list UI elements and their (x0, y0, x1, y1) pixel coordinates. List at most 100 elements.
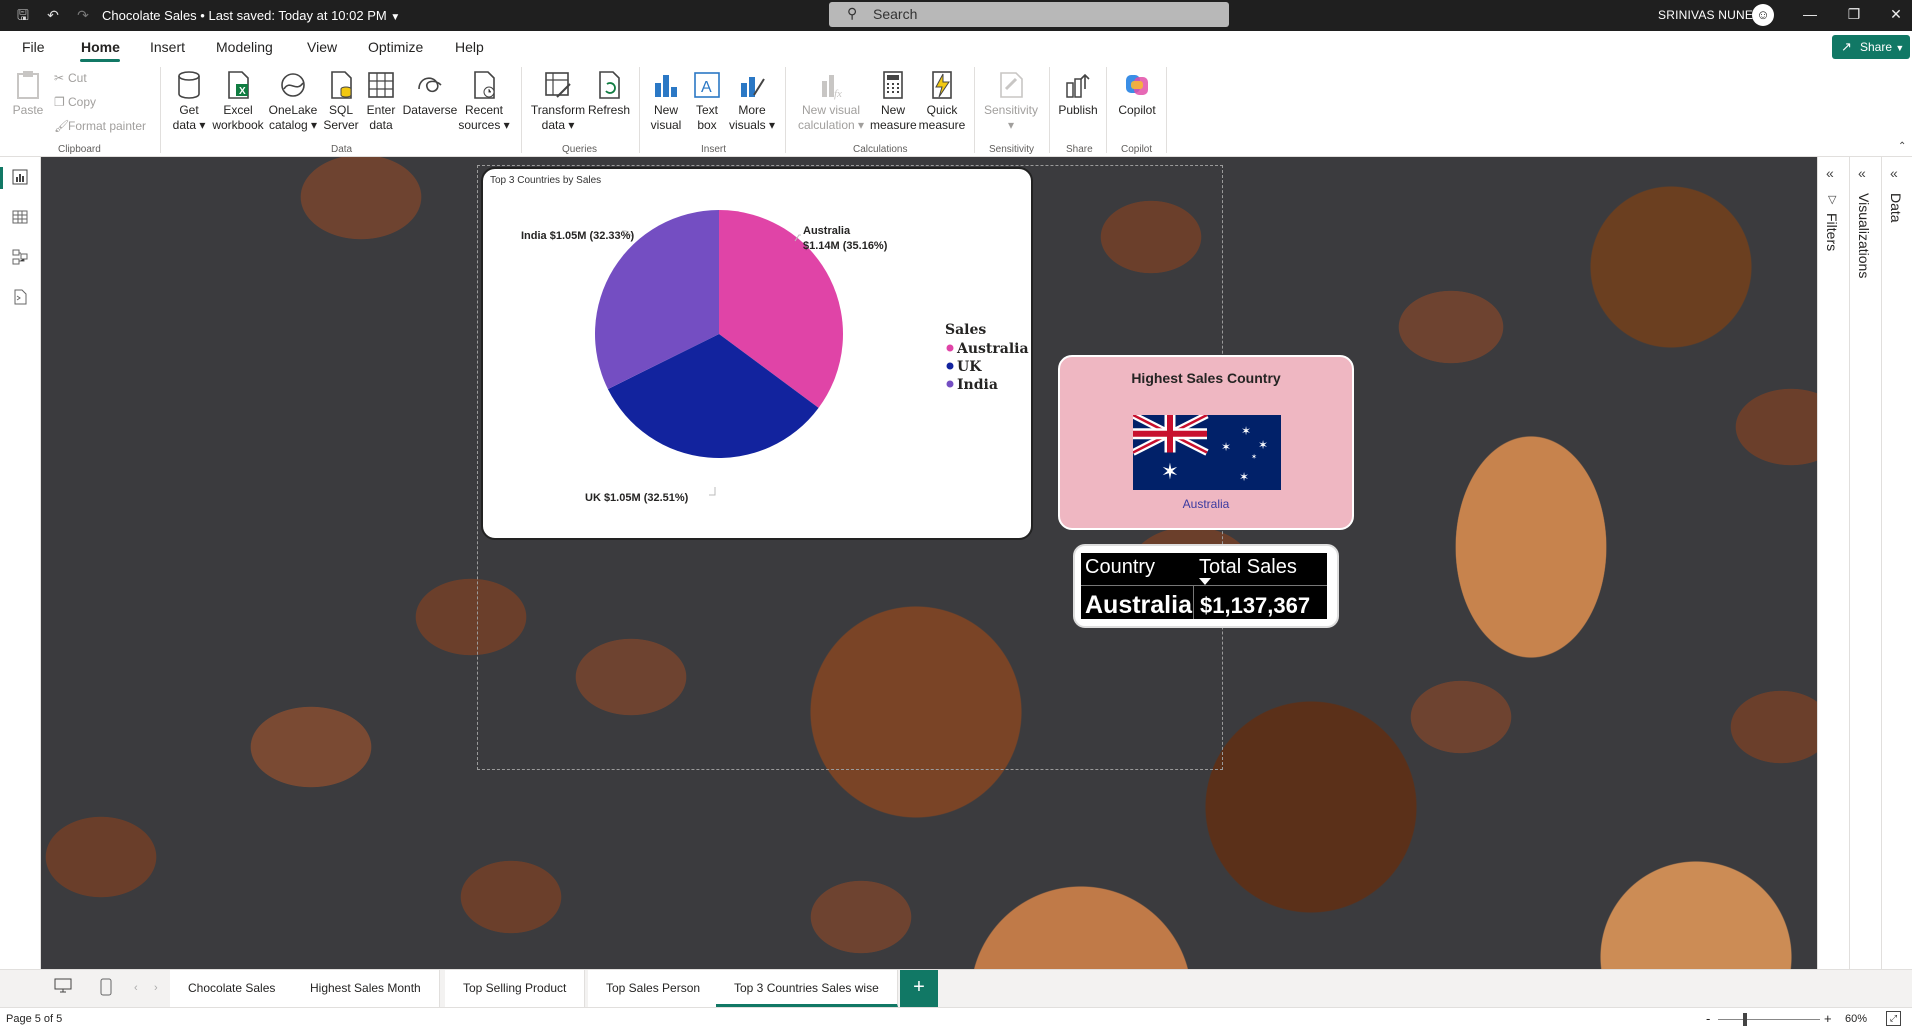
publish-button[interactable]: Publish (1056, 69, 1100, 118)
new-measure-label-1: New (880, 103, 905, 117)
sensitivity-label: Sensitivity (983, 103, 1039, 117)
visualizations-pane[interactable]: « Visualizations (1849, 157, 1880, 969)
mobile-layout-icon[interactable] (100, 978, 112, 1001)
text-box-button[interactable]: A Text box (688, 69, 726, 133)
copilot-button[interactable]: Copilot (1114, 69, 1160, 118)
page-tab-4[interactable]: Top Sales Person (588, 970, 720, 1007)
page-tab-1[interactable]: Chocolate Sales (170, 970, 295, 1007)
quick-measure-button[interactable]: Quick measure (918, 69, 966, 133)
text-box-icon: A (694, 72, 720, 98)
zoom-slider-thumb[interactable] (1743, 1013, 1747, 1026)
share-icon: ↗ (1841, 39, 1852, 54)
card-country-name: Australia (1182, 497, 1230, 511)
add-page-button[interactable]: + (900, 970, 938, 1007)
expand-data-icon[interactable]: « (1890, 165, 1898, 181)
publish-label: Publish (1058, 103, 1098, 117)
avatar[interactable]: ☺ (1752, 4, 1774, 26)
share-button[interactable]: ↗ Share ▼ (1832, 35, 1910, 59)
document-title[interactable]: Chocolate Sales • Last saved: Today at 1… (102, 8, 400, 23)
menu-tab-optimize[interactable]: Optimize (368, 39, 423, 55)
excel-workbook-button[interactable]: X Excel workbook (210, 69, 266, 133)
page-tab-3[interactable]: Top Selling Product (445, 970, 586, 1007)
restore-icon[interactable]: ❐ (1844, 6, 1864, 23)
table-icon (368, 72, 394, 98)
svg-text:✶: ✶ (1258, 438, 1268, 452)
copy-button[interactable]: ❐ Copy (54, 95, 96, 109)
cut-button[interactable]: ✂ Cut (54, 71, 87, 85)
highest-sales-country-card[interactable]: Highest Sales Country ✶ ✶ ✶ ✶ ✶ ✶ Austra… (1058, 355, 1354, 530)
paste-button[interactable]: Paste (12, 69, 44, 118)
search-input[interactable]: ⚲ Search (829, 2, 1229, 27)
dataverse-button[interactable]: Dataverse (402, 69, 458, 118)
group-label-clipboard: Clipboard (58, 144, 101, 155)
filters-pane[interactable]: « ▽ Filters (1817, 157, 1848, 969)
zoom-in-button[interactable]: + (1824, 1011, 1832, 1026)
sensitivity-button[interactable]: Sensitivity ▾ (980, 69, 1042, 133)
menu-tab-insert[interactable]: Insert (150, 39, 185, 55)
refresh-icon (599, 71, 620, 99)
chevron-down-icon: ▼ (1895, 43, 1905, 53)
group-separator (974, 67, 975, 153)
chevron-down-icon[interactable]: ▼ (390, 12, 400, 23)
legend-item-india[interactable]: India (957, 377, 998, 393)
recent-sources-button[interactable]: Recent sources ▾ (458, 69, 510, 133)
menu-tab-file[interactable]: File (22, 39, 45, 55)
desktop-layout-icon[interactable] (54, 978, 72, 999)
country-sales-table[interactable]: Country Total Sales Australia $1,137,367 (1073, 544, 1339, 628)
menu-tab-home[interactable]: Home (81, 39, 120, 55)
cell-country: Australia (1085, 591, 1192, 619)
zoom-out-button[interactable]: - (1706, 1011, 1710, 1026)
onelake-catalog-button[interactable]: OneLake catalog ▾ (266, 69, 320, 133)
sensitivity-sub: ▾ (1007, 118, 1015, 132)
pie-chart-visual[interactable]: Top 3 Countries by Sales Australia $1.14… (481, 167, 1033, 540)
enter-data-button[interactable]: Enter data (362, 69, 400, 133)
new-visual-calculation-button[interactable]: fx New visual calculation ▾ (792, 69, 870, 133)
fit-to-page-icon[interactable]: ⤢ (1886, 1011, 1901, 1026)
group-separator (1106, 67, 1107, 153)
page-tab-2[interactable]: Highest Sales Month (292, 970, 440, 1007)
legend-item-australia[interactable]: Australia (956, 341, 1029, 357)
new-measure-button[interactable]: New measure (870, 69, 917, 133)
title-bar: 🖫 ↶ ↷ Chocolate Sales • Last saved: Toda… (0, 0, 1912, 31)
legend-item-uk[interactable]: UK (957, 359, 982, 375)
more-visuals-button[interactable]: More visuals ▾ (726, 69, 778, 133)
sql-label-2: Server (323, 118, 359, 132)
column-header-total-sales[interactable]: Total Sales (1199, 556, 1297, 579)
search-placeholder: Search (873, 6, 918, 22)
dax-query-view-icon[interactable] (10, 289, 30, 309)
sensitivity-icon (1000, 72, 1023, 98)
group-label-sensitivity: Sensitivity (989, 144, 1035, 155)
sql-label-1: SQL (328, 103, 353, 117)
undo-icon[interactable]: ↶ (44, 6, 62, 24)
report-canvas[interactable]: Top 3 Countries by Sales Australia $1.14… (41, 157, 1817, 969)
zoom-slider[interactable] (1718, 1019, 1820, 1020)
header-divider (1081, 585, 1327, 586)
transform-data-button[interactable]: Transform data ▾ (530, 69, 586, 133)
data-pane[interactable]: « Data (1881, 157, 1912, 969)
excel-icon: X (228, 71, 249, 99)
refresh-button[interactable]: Refresh (586, 69, 632, 118)
new-visual-button[interactable]: New visual (646, 69, 686, 133)
model-view-icon[interactable] (10, 249, 30, 269)
expand-filters-icon[interactable]: « (1826, 165, 1834, 181)
get-data-button[interactable]: Get data ▾ (168, 69, 210, 133)
previous-page-icon[interactable]: ‹ (134, 982, 138, 994)
redo-icon[interactable]: ↷ (74, 6, 92, 24)
collapse-ribbon-icon[interactable]: ⌃ (1898, 141, 1906, 152)
next-page-icon[interactable]: › (154, 982, 158, 994)
column-header-country[interactable]: Country (1085, 556, 1155, 579)
sql-server-button[interactable]: SQL Server (322, 69, 360, 133)
minimize-icon[interactable]: — (1800, 6, 1820, 22)
get-data-label-2: data ▾ (172, 118, 206, 132)
table-view-icon[interactable] (10, 209, 30, 229)
report-view-icon[interactable] (10, 169, 30, 189)
format-painter-button[interactable]: 🖌Format painter (54, 119, 146, 133)
menu-tab-help[interactable]: Help (455, 39, 484, 55)
onelake-icon (281, 73, 305, 97)
menu-tab-modeling[interactable]: Modeling (216, 39, 273, 55)
menu-tab-view[interactable]: View (307, 39, 337, 55)
expand-visualizations-icon[interactable]: « (1858, 165, 1866, 181)
close-icon[interactable]: ✕ (1886, 6, 1906, 23)
save-icon[interactable]: 🖫 (14, 6, 32, 24)
page-tab-5[interactable]: Top 3 Countries Sales wise (716, 970, 898, 1007)
